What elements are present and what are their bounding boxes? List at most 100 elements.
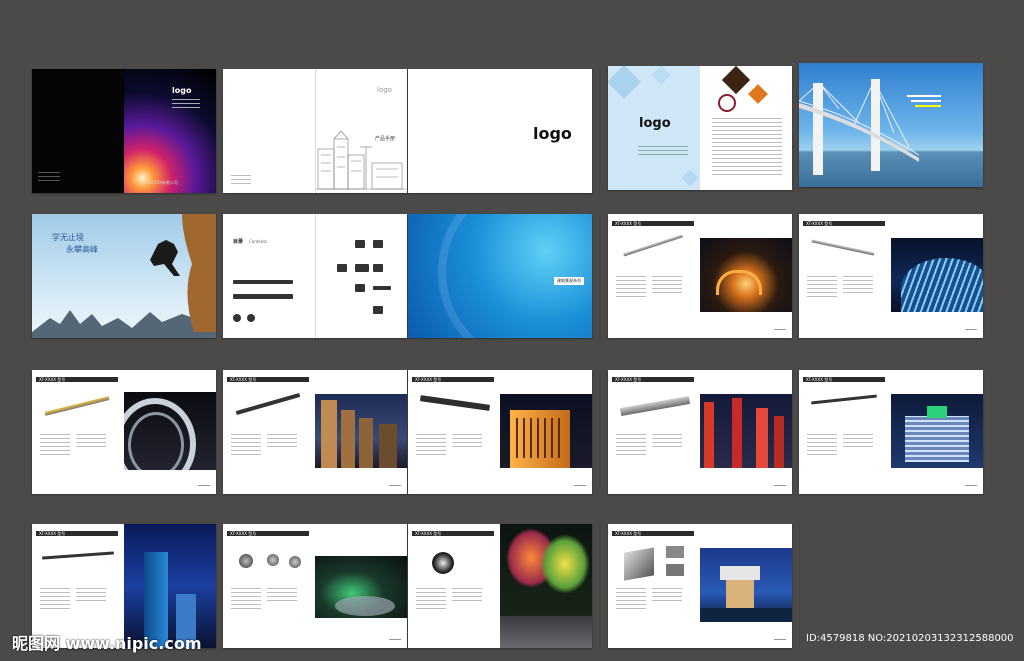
product-header: XT-XXXX 型号 xyxy=(612,221,694,226)
product-thumb xyxy=(355,264,369,272)
cover-left-page xyxy=(32,69,123,193)
sketch-buildings-illustration xyxy=(316,130,406,190)
spread-bridge xyxy=(799,63,983,187)
spread-toc: logo 产品手册 xyxy=(223,69,407,193)
module-detail xyxy=(666,546,684,558)
spec-text xyxy=(40,588,70,612)
spec-text xyxy=(416,588,446,612)
cover-tagline xyxy=(172,99,200,111)
cover-small-text xyxy=(38,172,60,184)
product-header: XT-XXXX 型号 xyxy=(412,531,494,536)
spread-intro: logo xyxy=(608,66,792,190)
spec-text xyxy=(807,434,837,458)
pavilion-photo xyxy=(700,548,792,622)
spec-text xyxy=(267,588,297,604)
product-header: XT-XXXX 型号 xyxy=(612,377,694,382)
product-image xyxy=(41,551,115,560)
product-thumb xyxy=(373,286,391,290)
spec-text xyxy=(652,434,682,450)
intro-right-page xyxy=(700,66,792,190)
product-series-label: 建筑景观系列 xyxy=(554,277,584,285)
product-image xyxy=(44,396,110,416)
module-detail xyxy=(666,564,684,576)
spec-text xyxy=(452,434,482,450)
product-thumb xyxy=(233,294,293,299)
office-night-photo xyxy=(891,394,983,468)
spec-text xyxy=(843,276,873,296)
bridge-night-photo xyxy=(700,238,792,312)
product-thumb xyxy=(355,240,365,248)
spec-text xyxy=(416,434,446,458)
spec-text xyxy=(652,588,682,604)
catalog-title: 目录 xyxy=(233,239,244,245)
spread-product-3c: XT-XXXX 型号 xyxy=(408,370,592,494)
spread-blue-series: 建筑景观系列 xyxy=(408,214,592,338)
stadium-night-photo xyxy=(891,238,983,312)
product-thumb xyxy=(373,306,383,314)
mountain-climber-photo xyxy=(32,214,216,338)
company-emblem xyxy=(718,94,736,112)
id-watermark: ID:4579818 NO:20210203132312588000 xyxy=(806,633,1014,644)
back-logo: logo xyxy=(533,124,572,143)
product-header: XT-XXXX 型号 xyxy=(803,221,885,226)
spread-product-4d: XT-XXXX 型号 xyxy=(608,524,792,648)
spec-text xyxy=(231,434,261,458)
floodlight-product xyxy=(432,552,454,574)
cover-company: XXXXX有限公司 xyxy=(148,180,178,185)
intro-paragraph xyxy=(712,118,782,178)
cover-right-page: logo XXXXX有限公司 xyxy=(124,69,216,193)
spec-text xyxy=(76,434,106,450)
intro-logo: logo xyxy=(639,116,671,131)
garden-night-photo xyxy=(315,556,407,618)
product-thumb xyxy=(247,314,255,322)
product-image xyxy=(811,239,875,256)
spread-product-3a: XT-XXXX 型号 xyxy=(32,370,216,494)
spread-product-4c: XT-XXXX 型号 xyxy=(408,524,592,648)
spotlight-product xyxy=(239,554,253,568)
toc-small-text xyxy=(231,175,251,187)
product-image xyxy=(623,234,683,257)
lit-building-photo xyxy=(500,394,592,468)
site-watermark: 昵图网 www.nipic.com xyxy=(12,634,202,653)
product-image xyxy=(811,394,877,405)
product-image xyxy=(235,392,301,416)
product-thumb xyxy=(233,314,241,322)
spec-text xyxy=(807,276,837,300)
cover-logo: logo xyxy=(172,86,192,95)
product-thumb xyxy=(373,264,383,272)
product-header: XT-XXXX 型号 xyxy=(36,531,118,536)
spec-text xyxy=(267,434,297,450)
park-trees-photo xyxy=(500,524,592,648)
product-image xyxy=(419,395,491,411)
spec-text xyxy=(652,276,682,296)
bridge-photo xyxy=(799,79,920,175)
spread-product-3b: XT-XXXX 型号 xyxy=(223,370,407,494)
product-header: XT-XXXX 型号 xyxy=(227,531,309,536)
spec-text xyxy=(616,434,646,458)
spread-logo: logo xyxy=(408,69,592,193)
product-image xyxy=(619,395,691,417)
module-product xyxy=(624,547,654,581)
spec-text xyxy=(616,588,646,612)
spread-product-stadium: XT-XXXX 型号 xyxy=(799,214,983,338)
product-thumb xyxy=(337,264,347,272)
product-header: XT-XXXX 型号 xyxy=(412,377,494,382)
spread-product-bridge: XT-XXXX 型号 xyxy=(608,214,792,338)
spread-product-3d: XT-XXXX 型号 xyxy=(608,370,792,494)
curved-facade-photo xyxy=(124,392,216,470)
product-header: XT-XXXX 型号 xyxy=(36,377,118,382)
spec-text xyxy=(616,276,646,300)
spec-text xyxy=(76,588,106,604)
spread-climber: 学无止境 永攀高峰 xyxy=(32,214,216,338)
product-header: XT-XXXX 型号 xyxy=(227,377,309,382)
product-header: XT-XXXX 型号 xyxy=(803,377,885,382)
product-thumb xyxy=(233,280,293,284)
spotlight-product xyxy=(289,556,301,568)
spread-product-4b: XT-XXXX 型号 xyxy=(223,524,407,648)
spec-text xyxy=(452,588,482,604)
bridge-slogan xyxy=(907,95,941,110)
intro-left-page: logo xyxy=(608,66,700,190)
product-thumb xyxy=(355,284,365,292)
spec-text xyxy=(40,434,70,458)
spread-cover: logo XXXXX有限公司 xyxy=(32,69,216,193)
